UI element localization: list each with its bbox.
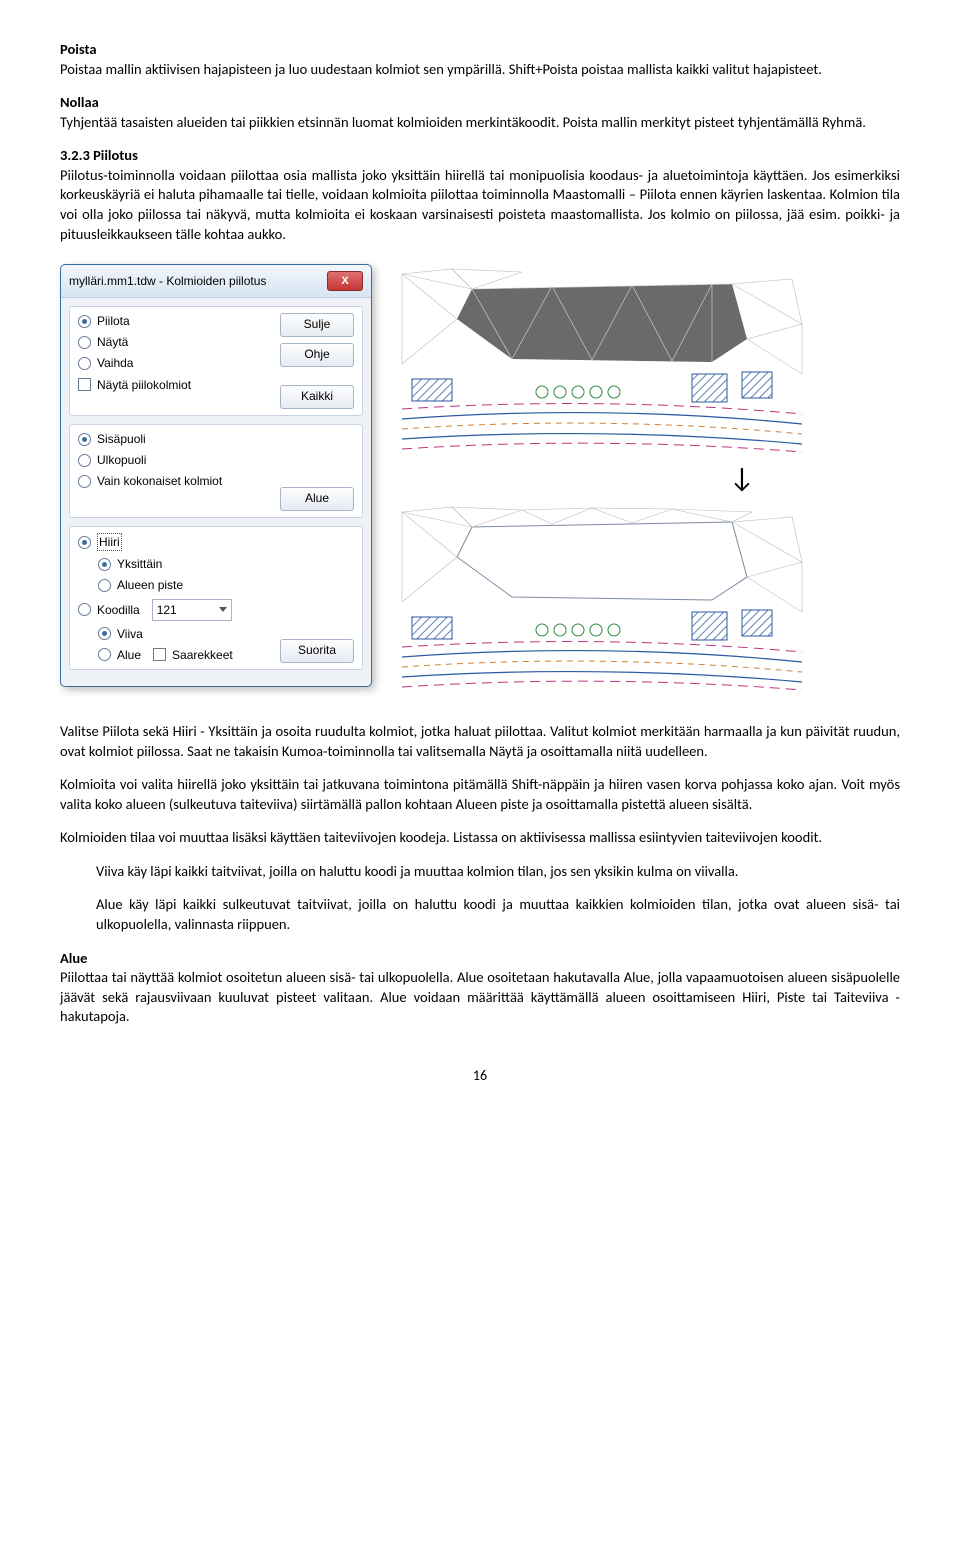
radio-sisa[interactable]: Sisäpuoli	[78, 431, 222, 447]
radio-label: Hiiri	[97, 533, 122, 551]
map-after	[392, 502, 812, 692]
radio-label: Sisäpuoli	[97, 431, 146, 447]
radio-label: Alueen piste	[117, 577, 183, 593]
para-nollaa: Tyhjentää tasaisten alueiden tai piikkie…	[60, 113, 900, 133]
figure-row: mylläri.mm1.tdw - Kolmioiden piilotus X …	[60, 264, 900, 692]
para-poista: Poistaa mallin aktiivisen hajapisteen ja…	[60, 60, 900, 80]
radio-icon	[78, 357, 91, 370]
chevron-down-icon	[219, 607, 227, 612]
panel-mode: Piilota Näytä Vaihda Näytä piilokolmiot	[69, 306, 363, 416]
radio-label: Viiva	[117, 626, 143, 642]
dialog-piilotus: mylläri.mm1.tdw - Kolmioiden piilotus X …	[60, 264, 372, 687]
radio-nayta[interactable]: Näytä	[78, 334, 191, 350]
heading-nollaa: Nollaa	[60, 93, 900, 113]
radio-label: Koodilla	[97, 602, 140, 618]
indent-block: Viiva käy läpi kaikki taitviivat, joilla…	[60, 862, 900, 935]
para-valitse: Valitse Piilota sekä Hiiri - Yksittäin j…	[60, 722, 900, 761]
radio-icon	[98, 558, 111, 571]
para-alue-body: Piilottaa tai näyttää kolmiot osoitetun …	[60, 968, 900, 1027]
radio-piilota[interactable]: Piilota	[78, 313, 191, 329]
panel-pick: Hiiri Yksittäin Alueen piste	[69, 526, 363, 670]
dialog-body: Piilota Näytä Vaihda Näytä piilokolmiot	[61, 298, 371, 686]
radio-icon	[98, 627, 111, 640]
map-before	[392, 264, 812, 454]
check-saarekkeet[interactable]: Saarekkeet	[153, 647, 233, 663]
combo-koodi[interactable]: 121	[152, 599, 232, 621]
heading-alue: Alue	[60, 949, 900, 969]
panel-side: Sisäpuoli Ulkopuoli Vain kokonaiset kolm…	[69, 424, 363, 518]
radio-hiiri[interactable]: Hiiri	[78, 533, 280, 551]
close-button[interactable]: X	[327, 271, 363, 291]
section-heading: 3.2.3 Piilotus	[60, 146, 900, 166]
checkbox-icon	[78, 378, 91, 391]
heading-poista: Poista	[60, 40, 900, 60]
radio-icon	[78, 603, 91, 616]
radio-icon	[78, 536, 91, 549]
checkbox-icon	[153, 648, 166, 661]
radio-ulko[interactable]: Ulkopuoli	[78, 452, 222, 468]
radio-icon	[98, 579, 111, 592]
radio-icon	[78, 315, 91, 328]
button-alue[interactable]: Alue	[280, 487, 354, 511]
close-icon: X	[341, 274, 348, 289]
para-kolmioita: Kolmioita voi valita hiirellä joko yksit…	[60, 775, 900, 814]
radio-icon	[78, 433, 91, 446]
button-suorita[interactable]: Suorita	[280, 639, 354, 663]
button-ohje[interactable]: Ohje	[280, 343, 354, 367]
arrow-down-icon: ↓	[729, 464, 754, 492]
radio-icon	[78, 475, 91, 488]
radio-label: Piilota	[97, 313, 130, 329]
para-alue-inner: Alue käy läpi kaikki sulkeutuvat taitvii…	[96, 895, 900, 934]
radio-label: Vaihda	[97, 355, 133, 371]
check-nayta-piilo[interactable]: Näytä piilokolmiot	[78, 377, 191, 393]
radio-label: Yksittäin	[117, 556, 162, 572]
radio-vain[interactable]: Vain kokonaiset kolmiot	[78, 473, 222, 489]
radio-icon	[78, 454, 91, 467]
radio-label: Alue	[117, 647, 141, 663]
radio-label: Ulkopuoli	[97, 452, 146, 468]
radio-label: Vain kokonaiset kolmiot	[97, 473, 222, 489]
combo-value: 121	[157, 602, 177, 618]
radio-icon	[98, 648, 111, 661]
radio-alue-inner[interactable]: Alue	[98, 647, 141, 663]
page-number: 16	[60, 1067, 900, 1086]
radio-label: Näytä	[97, 334, 128, 350]
radio-icon	[78, 336, 91, 349]
radio-koodilla[interactable]: Koodilla	[78, 602, 140, 618]
button-sulje[interactable]: Sulje	[280, 313, 354, 337]
radio-viiva[interactable]: Viiva	[98, 626, 280, 642]
para-kolmioiden: Kolmioiden tilaa voi muuttaa lisäksi käy…	[60, 828, 900, 848]
checkbox-label: Saarekkeet	[172, 647, 233, 663]
para-viiva: Viiva käy läpi kaikki taitviivat, joilla…	[96, 862, 900, 882]
dialog-title: mylläri.mm1.tdw - Kolmioiden piilotus	[69, 273, 266, 289]
radio-vaihda[interactable]: Vaihda	[78, 355, 191, 371]
para-piilotus: Piilotus-toiminnolla voidaan piilottaa o…	[60, 166, 900, 244]
dialog-titlebar: mylläri.mm1.tdw - Kolmioiden piilotus X	[61, 265, 371, 298]
checkbox-label: Näytä piilokolmiot	[97, 377, 191, 393]
button-kaikki[interactable]: Kaikki	[280, 385, 354, 409]
radio-alueenpiste[interactable]: Alueen piste	[98, 577, 280, 593]
radio-yksittain[interactable]: Yksittäin	[98, 556, 280, 572]
map-column: ↓	[392, 264, 812, 692]
